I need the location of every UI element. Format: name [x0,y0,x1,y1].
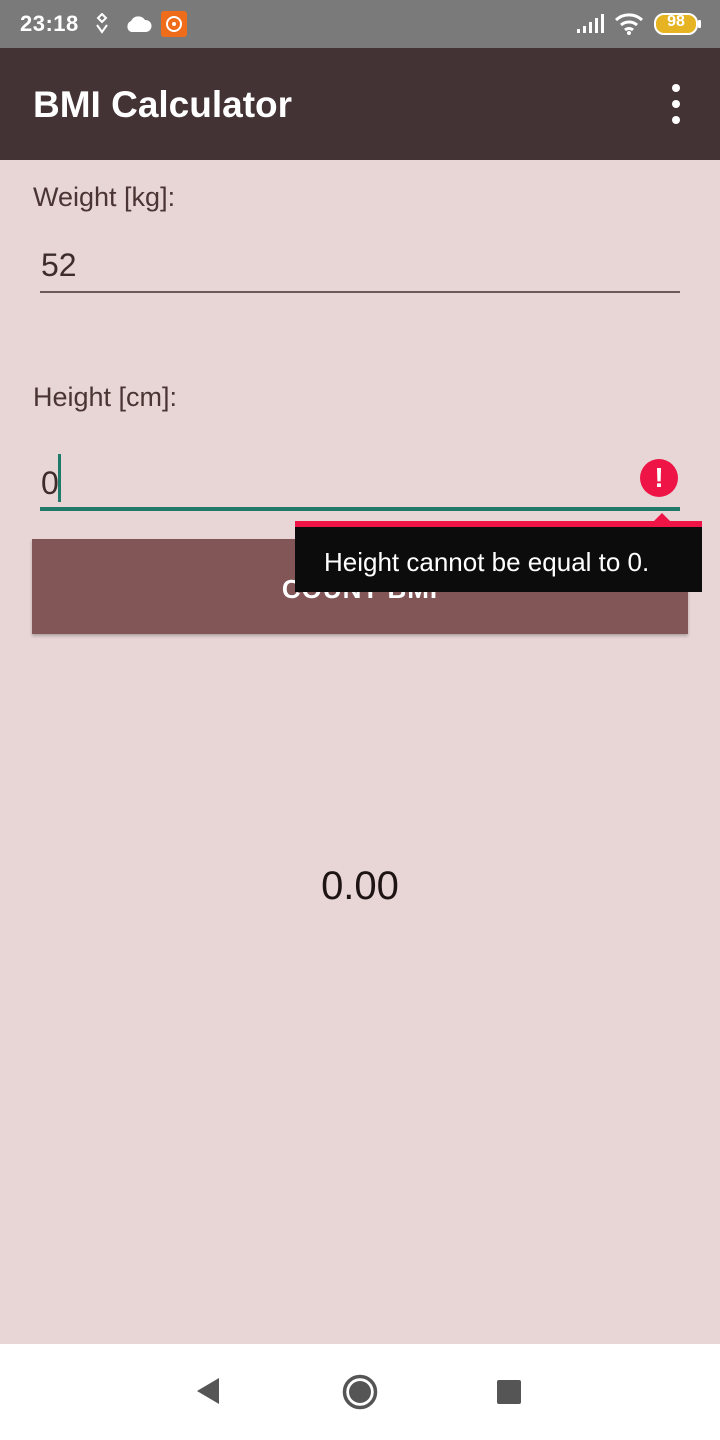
text-cursor [58,454,61,502]
battery-level: 98 [667,13,685,30]
height-value: 0 [41,465,59,501]
app-notification-icon [161,11,187,42]
bmi-result: 0.00 [321,864,399,908]
weight-label: Weight [kg]: [33,182,176,212]
location-icon [93,12,111,40]
status-bar: 23:18 98 [0,0,720,48]
error-message: Height cannot be equal to 0. [295,527,702,592]
height-input[interactable]: 0 [40,450,680,512]
back-icon[interactable] [194,1376,222,1411]
battery-icon: 98 [654,12,702,36]
overflow-menu-icon[interactable] [664,84,688,124]
app-bar: BMI Calculator [0,48,720,160]
signal-icon [576,14,606,39]
weight-value: 52 [41,247,77,283]
weight-underline [40,291,680,293]
status-time: 23:18 [20,11,79,36]
cloud-icon [124,14,152,39]
height-underline [40,507,680,511]
recents-icon[interactable] [497,1380,521,1409]
app-title: BMI Calculator [33,84,293,125]
error-icon: ! [640,459,678,497]
home-icon[interactable] [342,1374,378,1415]
wifi-icon [614,12,644,41]
error-popup: Height cannot be equal to 0. [295,513,702,592]
weight-input[interactable]: 52 [40,235,680,295]
height-label: Height [cm]: [33,382,178,412]
navigation-bar [0,1344,720,1440]
